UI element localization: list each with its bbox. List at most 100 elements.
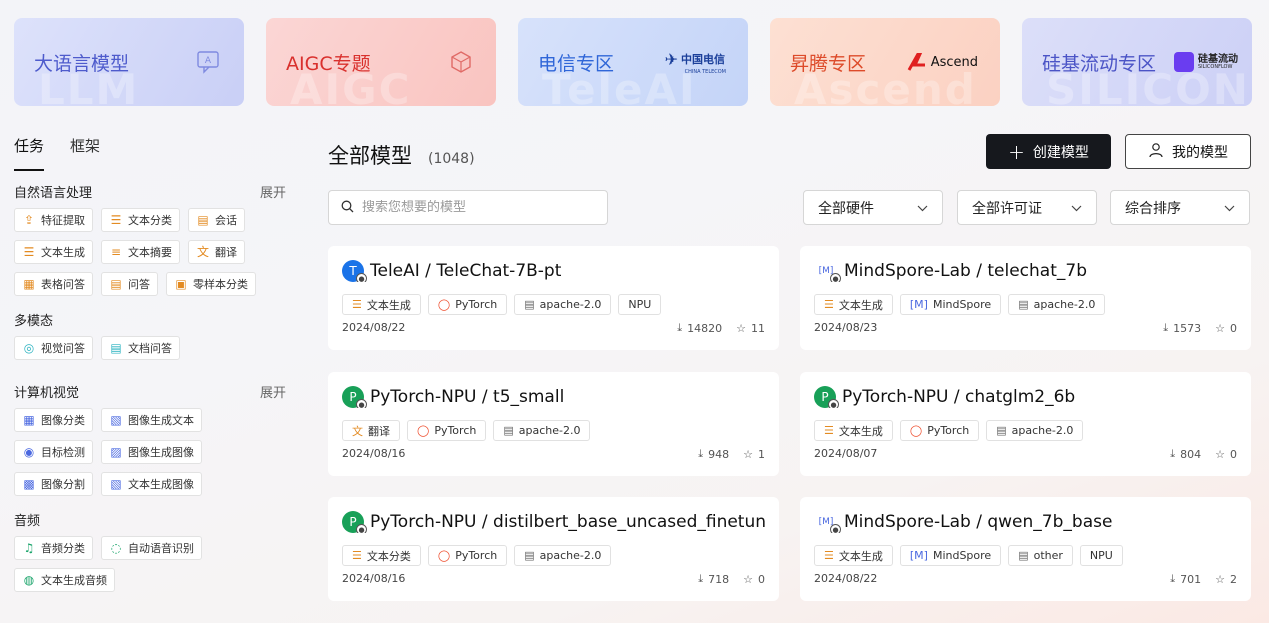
framework-tag[interactable]: [M] MindSpore xyxy=(899,294,1002,315)
task-tag[interactable]: ▨ 图像生成图像 xyxy=(101,440,202,464)
task-tag[interactable]: ♫ 音频分类 xyxy=(14,536,93,560)
category-header: 计算机视觉 展开 xyxy=(14,382,286,401)
framework-tag[interactable]: ◯ PyTorch xyxy=(427,545,508,566)
task-tag[interactable]: ▦ 表格问答 xyxy=(14,272,93,296)
chat-icon: ▤ xyxy=(197,213,209,227)
task-tag[interactable]: ☰ 文本生成 xyxy=(14,240,93,264)
expand-button[interactable]: 展开 xyxy=(260,382,286,401)
task-tag[interactable]: ▣ 零样本分类 xyxy=(166,272,256,296)
license-icon: ▤ xyxy=(1018,549,1029,562)
task-tag[interactable]: ☰ 文本生成 xyxy=(814,420,893,441)
task-tag[interactable]: ☰ 文本生成 xyxy=(814,294,893,315)
license-tag[interactable]: ▤ apache-2.0 xyxy=(986,420,1084,441)
task-sidebar: 自然语言处理 展开 ⇪ 特征提取 ☰ 文本分类 ▤ 会话 ☰ 文本生成 ≡ 文本摘要 文翻… xyxy=(14,182,286,592)
task-tag[interactable]: ≡ 文本摘要 xyxy=(101,240,180,264)
banner-siliconflow[interactable]: SILICON 硅基流动专区 硅基流动 SILICONFLOW xyxy=(1022,18,1252,106)
framework-tag[interactable]: ◯ PyTorch xyxy=(407,420,487,441)
search-input[interactable] xyxy=(362,200,582,215)
model-card[interactable]: T ● TeleAI / TeleChat-7B-pt ☰ 文本生成 ◯ PyTorc… xyxy=(328,246,779,350)
model-card[interactable]: P ● PyTorch-NPU / t5_small 文翻译 ◯ PyTorch ▤… xyxy=(328,372,779,476)
star-icon: ☆ xyxy=(736,321,746,335)
framework-tag[interactable]: ◯ PyTorch xyxy=(899,420,980,441)
license-tag[interactable]: ▤ apache-2.0 xyxy=(1008,294,1106,315)
task-tag[interactable]: ◎ 视觉问答 xyxy=(14,336,93,360)
model-name[interactable]: TeleAI / TeleChat-7B-pt xyxy=(370,261,561,281)
text-classify-icon: ☰ xyxy=(110,213,122,227)
translate-icon: 文 xyxy=(352,424,363,438)
hardware-tag[interactable]: NPU xyxy=(618,294,662,315)
model-card[interactable]: P ● PyTorch-NPU / distilbert_base_uncased… xyxy=(328,497,779,601)
model-name[interactable]: PyTorch-NPU / distilbert_base_uncased_fi… xyxy=(370,512,765,532)
download-icon: ⤓ xyxy=(698,572,704,585)
model-name[interactable]: PyTorch-NPU / t5_small xyxy=(370,387,564,407)
banner-telecom[interactable]: TeleAI 电信专区 ✈ 中国电信 CHINA TELECOM xyxy=(518,18,748,106)
star-icon: ☆ xyxy=(743,447,753,461)
task-tag[interactable]: ▦ 图像分类 xyxy=(14,408,93,432)
task-tag[interactable]: ☰ 文本生成 xyxy=(342,294,421,315)
task-tag[interactable]: ▤ 文档问答 xyxy=(101,336,180,360)
task-tag[interactable]: ◉ 目标检测 xyxy=(14,440,93,464)
download-icon: ⤓ xyxy=(677,321,683,334)
banner-row: LLM 大语言模型 A AIGC AIGC专题 TeleAI 电信专区 ✈ 中国电… xyxy=(14,18,1252,106)
task-tag[interactable]: ⇪ 特征提取 xyxy=(14,208,93,232)
model-card[interactable]: [M] ● MindSpore-Lab / telechat_7b ☰ 文本生成 [… xyxy=(800,246,1251,350)
model-card[interactable]: [M] ● MindSpore-Lab / qwen_7b_base ☰ 文本生成 … xyxy=(800,497,1251,601)
create-model-button[interactable]: + 创建模型 xyxy=(986,134,1111,169)
tab-task[interactable]: 任务 xyxy=(14,135,45,171)
download-count: 718 xyxy=(708,572,730,586)
model-title: P ● PyTorch-NPU / t5_small xyxy=(342,386,765,408)
task-tag[interactable]: ▤ 问答 xyxy=(101,272,158,296)
model-title: P ● PyTorch-NPU / distilbert_base_uncased… xyxy=(342,511,765,533)
license-select[interactable]: 全部许可证 xyxy=(957,190,1097,225)
task-tag[interactable]: ◍ 文本生成音频 xyxy=(14,568,115,592)
org-badge-icon: ● xyxy=(356,273,367,282)
star-icon: ☆ xyxy=(1215,572,1225,586)
doc-qa-icon: ▤ xyxy=(110,341,122,355)
task-tag[interactable]: 文翻译 xyxy=(342,420,400,441)
model-name[interactable]: PyTorch-NPU / chatglm2_6b xyxy=(842,387,1075,407)
model-name[interactable]: MindSpore-Lab / qwen_7b_base xyxy=(844,512,1112,532)
task-tag[interactable]: 文翻译 xyxy=(188,240,245,264)
task-tag[interactable]: ▩ 图像分割 xyxy=(14,472,93,496)
star-count: 0 xyxy=(1230,447,1237,461)
sort-select[interactable]: 综合排序 xyxy=(1110,190,1250,225)
hardware-tag[interactable]: NPU xyxy=(1079,545,1123,566)
my-models-button[interactable]: 我的模型 xyxy=(1125,134,1251,169)
license-icon: ▤ xyxy=(524,298,535,311)
task-tag[interactable]: ☰ 文本分类 xyxy=(342,545,421,566)
expand-button[interactable]: 展开 xyxy=(260,182,286,201)
image-segment-icon: ▩ xyxy=(23,477,35,491)
model-title: [M] ● MindSpore-Lab / telechat_7b xyxy=(814,260,1237,282)
license-tag[interactable]: ▤ other xyxy=(1008,545,1073,566)
model-tags: ☰ 文本分类 ◯ PyTorch ▤ apache-2.0 xyxy=(342,545,765,566)
star-count: 0 xyxy=(1230,321,1237,335)
license-tag[interactable]: ▤ apache-2.0 xyxy=(514,294,612,315)
model-name[interactable]: MindSpore-Lab / telechat_7b xyxy=(844,261,1087,281)
task-tag[interactable]: ☰ 文本生成 xyxy=(814,545,893,566)
banner-title: 昇腾专区 xyxy=(790,52,867,75)
license-tag[interactable]: ▤ apache-2.0 xyxy=(514,545,612,566)
org-badge-icon: ● xyxy=(830,524,841,533)
chevron-down-icon xyxy=(917,200,928,216)
translate-icon: 文 xyxy=(196,245,209,259)
model-card[interactable]: P ● PyTorch-NPU / chatglm2_6b ☰ 文本生成 ◯ PyTo… xyxy=(800,372,1251,476)
pytorch-icon: ◯ xyxy=(417,424,430,437)
download-count: 701 xyxy=(1180,572,1202,586)
framework-tag[interactable]: ◯ PyTorch xyxy=(427,294,508,315)
task-tag[interactable]: ☰ 文本分类 xyxy=(101,208,180,232)
hardware-select[interactable]: 全部硬件 xyxy=(803,190,943,225)
task-tag[interactable]: ◌ 自动语音识别 xyxy=(101,536,202,560)
task-tag[interactable]: ▧ 文本生成图像 xyxy=(101,472,202,496)
banner-llm[interactable]: LLM 大语言模型 A xyxy=(14,18,244,106)
tab-framework[interactable]: 框架 xyxy=(70,135,100,171)
task-tag[interactable]: ▤ 会话 xyxy=(188,208,245,232)
category-header: 自然语言处理 展开 xyxy=(14,182,286,201)
org-avatar: P ● xyxy=(342,511,367,533)
org-avatar: P ● xyxy=(342,386,367,408)
banner-ascend[interactable]: Ascend 昇腾专区 Ascend xyxy=(770,18,1000,106)
task-tag[interactable]: ▧ 图像生成文本 xyxy=(101,408,202,432)
license-tag[interactable]: ▤ apache-2.0 xyxy=(493,420,591,441)
license-icon: ▤ xyxy=(1018,298,1029,311)
framework-tag[interactable]: [M] MindSpore xyxy=(899,545,1002,566)
banner-aigc[interactable]: AIGC AIGC专题 xyxy=(266,18,496,106)
